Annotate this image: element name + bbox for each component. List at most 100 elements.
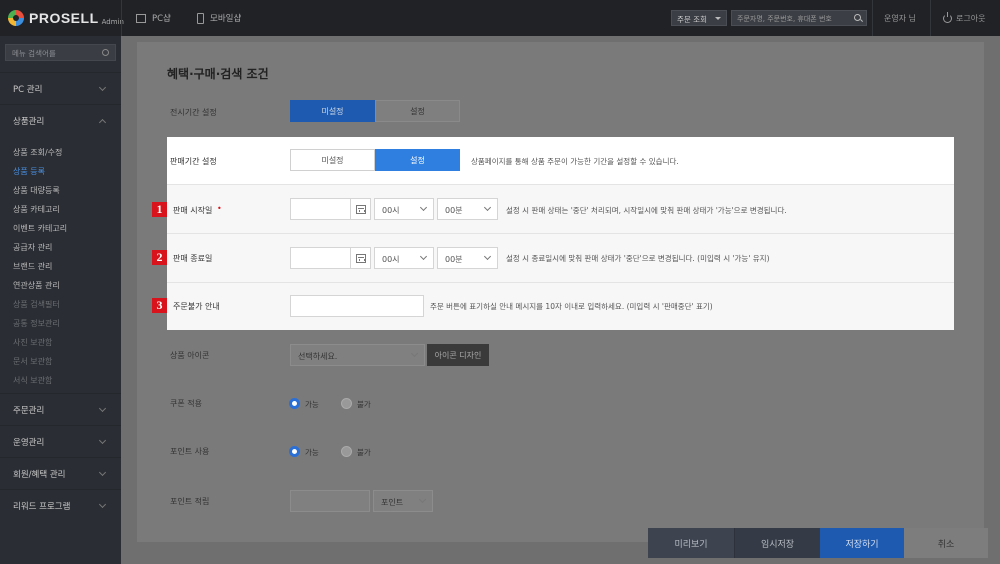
chevron-down-icon xyxy=(483,252,492,261)
sidebar-menu-operations[interactable]: 운영관리 xyxy=(0,425,121,457)
sale-start-hour-select[interactable]: 00시 xyxy=(374,198,434,220)
sidebar-item-template[interactable]: 서식 보관함 xyxy=(13,375,52,386)
product-icon-label: 상품 아이콘 xyxy=(170,351,210,360)
coupon-label: 쿠폰 적용 xyxy=(170,399,202,408)
nav-mobile-shop-label: 모바일샵 xyxy=(210,14,242,24)
nav-pc-shop[interactable]: PC샵 xyxy=(136,0,171,36)
sidebar-item-bulk-register[interactable]: 상품 대량등록 xyxy=(13,185,60,196)
sidebar: 메뉴 검색어를 PC 관리 상품관리 상품 조회/수정 상품 등록 상품 대량등… xyxy=(0,36,121,564)
sidebar-item-category[interactable]: 상품 카테고리 xyxy=(13,204,60,215)
point-earn-unit-select[interactable]: 포인트 xyxy=(373,490,433,512)
sale-start-minute-value: 00분 xyxy=(445,206,463,215)
product-icon-select[interactable]: 선택하세요. xyxy=(290,344,425,366)
logout-button[interactable]: 로그아웃 xyxy=(943,12,986,24)
point-use-no-label: 불가 xyxy=(357,448,371,457)
sidebar-item-common-info[interactable]: 공통 정보관리 xyxy=(13,318,60,329)
annotation-badge-3: 3 xyxy=(152,298,167,313)
sale-end-label: 판매 종료일 xyxy=(173,254,213,263)
nav-pc-shop-label: PC샵 xyxy=(152,14,171,24)
logout-label: 로그아웃 xyxy=(956,14,986,23)
search-icon[interactable] xyxy=(854,14,861,21)
sidebar-menu-products[interactable]: 상품관리 xyxy=(0,104,121,136)
point-use-label: 포인트 사용 xyxy=(170,447,210,456)
annotation-badge-2: 2 xyxy=(152,250,167,265)
temp-save-button[interactable]: 임시저장 xyxy=(734,528,820,558)
search-icon[interactable] xyxy=(102,49,109,56)
chevron-down-icon xyxy=(419,252,428,261)
sidebar-menu-rewards[interactable]: 리워드 프로그램 xyxy=(0,489,121,521)
sidebar-menu-pc[interactable]: PC 관리 xyxy=(0,72,121,104)
point-use-yes-radio[interactable] xyxy=(289,446,300,457)
mobile-icon xyxy=(197,12,204,24)
sale-period-unset-button[interactable]: 미설정 xyxy=(290,149,375,171)
calendar-icon xyxy=(356,254,366,263)
chevron-down-icon xyxy=(98,404,107,413)
sale-end-hour-select[interactable]: 00시 xyxy=(374,247,434,269)
sale-end-minute-value: 00분 xyxy=(445,255,463,264)
coupon-yes-label: 가능 xyxy=(305,400,319,409)
sidebar-item-related[interactable]: 연관상품 관리 xyxy=(13,280,60,291)
point-earn-label: 포인트 적립 xyxy=(170,497,210,506)
chevron-down-icon xyxy=(98,436,107,445)
point-earn-unit-value: 포인트 xyxy=(381,498,404,507)
order-notice-help: 주문 버튼에 표기하실 안내 메시지를 10자 이내로 입력하세요. (미입력 … xyxy=(430,302,713,311)
display-period-label: 전시기간 설정 xyxy=(170,108,217,117)
order-notice-input[interactable] xyxy=(290,295,424,317)
chevron-down-icon xyxy=(419,203,428,212)
sidebar-item-filter[interactable]: 상품 검색필터 xyxy=(13,299,60,310)
display-period-set-button[interactable]: 설정 xyxy=(375,100,460,122)
point-earn-input[interactable] xyxy=(290,490,370,512)
sidebar-menu-members[interactable]: 회원/혜택 관리 xyxy=(0,457,121,489)
order-search-placeholder: 주문자명, 주문번호, 휴대폰 번호 xyxy=(737,15,832,23)
user-name[interactable]: 운영자 님 xyxy=(884,13,916,24)
sale-end-minute-select[interactable]: 00분 xyxy=(437,247,498,269)
sale-period-label: 판매기간 설정 xyxy=(170,157,217,166)
sale-period-set-button[interactable]: 설정 xyxy=(375,149,460,171)
icon-design-button[interactable]: 아이콘 디자인 xyxy=(427,344,489,366)
chevron-down-icon xyxy=(410,349,419,358)
logo[interactable]: PROSELL Admin xyxy=(8,9,124,27)
chevron-down-icon xyxy=(483,203,492,212)
sidebar-menu-label: 리워드 프로그램 xyxy=(13,502,71,512)
point-use-no-radio[interactable] xyxy=(341,446,352,457)
chevron-down-icon xyxy=(98,468,107,477)
sidebar-menu-label: 상품관리 xyxy=(13,117,45,127)
sidebar-item-supplier[interactable]: 공급자 관리 xyxy=(13,242,52,253)
coupon-yes-radio[interactable] xyxy=(289,398,300,409)
sidebar-item-brand[interactable]: 브랜드 관리 xyxy=(13,261,52,272)
point-use-yes-label: 가능 xyxy=(305,448,319,457)
menu-search-input[interactable]: 메뉴 검색어를 xyxy=(5,44,116,61)
sidebar-menu-label: 주문관리 xyxy=(13,406,45,416)
power-icon xyxy=(943,12,952,23)
menu-search-placeholder: 메뉴 검색어를 xyxy=(12,49,56,58)
cancel-button[interactable]: 취소 xyxy=(904,528,988,558)
order-search-select[interactable]: 주문 조회 xyxy=(671,10,727,26)
preview-button[interactable]: 미리보기 xyxy=(648,528,734,558)
sidebar-item-product-list[interactable]: 상품 조회/수정 xyxy=(13,147,62,158)
logo-mark-icon xyxy=(8,10,24,26)
sale-period-help: 상품페이지를 통해 상품 주문이 가능한 기간을 설정할 수 있습니다. xyxy=(471,157,679,166)
nav-mobile-shop[interactable]: 모바일샵 xyxy=(197,0,241,36)
sidebar-item-product-register[interactable]: 상품 등록 xyxy=(13,166,45,177)
sale-start-minute-select[interactable]: 00분 xyxy=(437,198,498,220)
coupon-no-radio[interactable] xyxy=(341,398,352,409)
sale-end-date-input[interactable] xyxy=(290,247,351,269)
monitor-icon xyxy=(136,13,146,23)
display-period-unset-button[interactable]: 미설정 xyxy=(290,100,375,122)
brand-name: PROSELL xyxy=(29,10,99,26)
sale-end-calendar-button[interactable] xyxy=(350,247,371,269)
divider xyxy=(121,0,122,36)
sidebar-item-event-category[interactable]: 이벤트 카테고리 xyxy=(13,223,67,234)
sidebar-menu-orders[interactable]: 주문관리 xyxy=(0,393,121,425)
sidebar-item-photo[interactable]: 사진 보관함 xyxy=(13,337,52,348)
sale-start-hour-value: 00시 xyxy=(382,206,400,215)
sale-end-hour-value: 00시 xyxy=(382,255,400,264)
sidebar-item-document[interactable]: 문서 보관함 xyxy=(13,356,52,367)
sale-start-label: 판매 시작일 xyxy=(173,206,213,215)
sale-start-date-input[interactable] xyxy=(290,198,351,220)
order-search-input[interactable]: 주문자명, 주문번호, 휴대폰 번호 xyxy=(731,10,867,26)
divider xyxy=(930,0,931,36)
chevron-up-icon xyxy=(98,118,107,127)
save-button[interactable]: 저장하기 xyxy=(820,528,904,558)
sale-start-calendar-button[interactable] xyxy=(350,198,371,220)
